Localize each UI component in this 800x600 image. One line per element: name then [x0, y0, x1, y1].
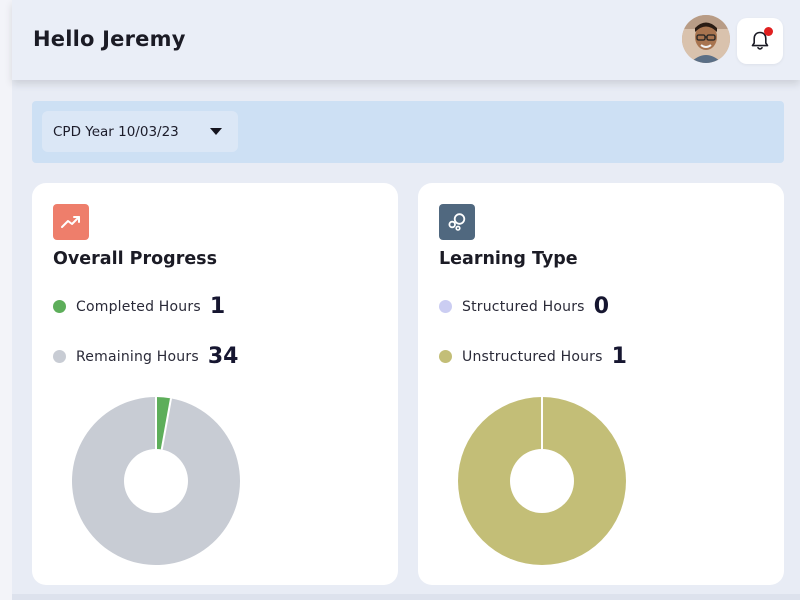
- legend-remaining-hours: Remaining Hours 34: [53, 344, 238, 369]
- unstructured-hours-label: Unstructured Hours: [462, 348, 603, 365]
- legend-completed-hours: Completed Hours 1: [53, 294, 225, 319]
- completed-hours-dot: [53, 300, 66, 313]
- learning-type-title: Learning Type: [439, 249, 578, 269]
- remaining-hours-dot: [53, 350, 66, 363]
- overall-progress-donut-chart: [72, 397, 241, 565]
- learning-type-donut-chart: [458, 397, 626, 565]
- structured-hours-value: 0: [593, 294, 609, 319]
- remaining-hours-value: 34: [207, 344, 239, 369]
- overall-progress-title: Overall Progress: [53, 249, 218, 269]
- donut-hole: [510, 449, 574, 513]
- user-avatar[interactable]: [682, 15, 730, 63]
- notification-dot: [764, 27, 773, 36]
- avatar-icon: [682, 15, 730, 63]
- trending-up-icon: [53, 204, 89, 240]
- structured-hours-dot: [439, 300, 452, 313]
- completed-hours-label: Completed Hours: [76, 298, 201, 315]
- unstructured-hours-value: 1: [611, 344, 627, 369]
- filter-bar: CPD Year 10/03/23: [32, 101, 784, 163]
- legend-structured-hours: Structured Hours 0: [439, 294, 609, 319]
- bubbles-icon: [439, 204, 475, 240]
- unstructured-hours-dot: [439, 350, 452, 363]
- learning-type-card: Learning Type Structured Hours 0 Unstruc…: [418, 183, 784, 585]
- cpd-year-label: CPD Year 10/03/23: [53, 123, 179, 140]
- overall-progress-card: Overall Progress Completed Hours 1 Remai…: [32, 183, 398, 585]
- completed-hours-value: 1: [209, 294, 226, 319]
- top-header: Hello Jeremy: [12, 0, 800, 80]
- greeting-title: Hello Jeremy: [33, 27, 186, 51]
- notifications-button[interactable]: [737, 18, 783, 64]
- caret-down-icon: [210, 128, 222, 135]
- bottom-edge-strip: [12, 594, 800, 600]
- legend-unstructured-hours: Unstructured Hours 1: [439, 344, 627, 369]
- left-edge-strip: [0, 0, 12, 600]
- cpd-year-dropdown[interactable]: CPD Year 10/03/23: [42, 111, 238, 152]
- donut-hole: [124, 449, 188, 513]
- structured-hours-label: Structured Hours: [462, 298, 585, 315]
- remaining-hours-label: Remaining Hours: [76, 348, 199, 365]
